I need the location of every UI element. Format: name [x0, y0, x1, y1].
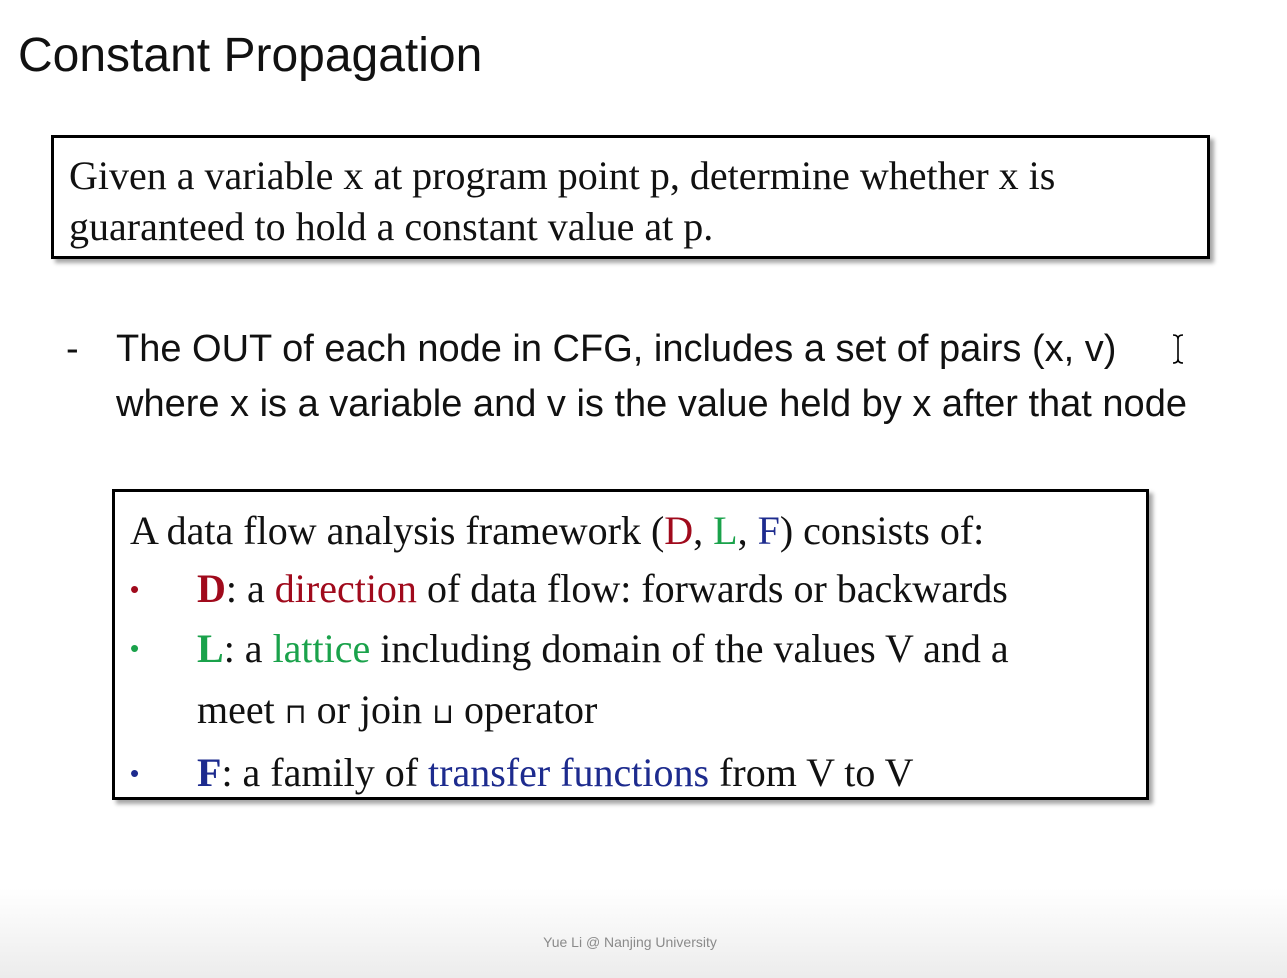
footer-credit: Yue Li @ Nanjing University	[543, 934, 717, 950]
item-pre-l: : a	[223, 626, 273, 671]
framework-intro: A data flow analysis framework (D, L, F)…	[130, 502, 1146, 560]
bullet-dash: -	[66, 328, 79, 370]
item-pre-d: : a	[225, 566, 275, 611]
item-rest-l: including domain of the values V and a	[370, 626, 1009, 671]
item-key-f: F	[197, 750, 222, 795]
item-key-d: D	[197, 566, 226, 611]
item-key-l: L	[197, 626, 224, 671]
item-highlight-transfer: transfer functions	[428, 750, 710, 795]
direction-row: D: a direction of data flow: forwards or…	[197, 560, 1146, 618]
join-text: or join	[306, 687, 433, 732]
bullet-line-2: where x is a variable and v is the value…	[116, 383, 1187, 425]
bullet-line-1: The OUT of each node in CFG, includes a …	[116, 328, 1117, 370]
intro-f: F	[757, 508, 780, 553]
item-pre-f: : a family of	[221, 750, 429, 795]
framework-item-transfer: • F: a family of transfer functions from…	[130, 744, 1146, 802]
framework-item-lattice: • L: a lattice including domain of the v…	[130, 618, 1146, 744]
intro-d: D	[664, 508, 694, 553]
meet-symbol: ⊓	[284, 697, 307, 730]
slide-title: Constant Propagation	[18, 29, 483, 82]
meet-text: meet	[197, 687, 285, 732]
intro-sep-2: ,	[737, 508, 758, 553]
item-highlight-direction: direction	[274, 566, 417, 611]
item-rest-d: of data flow: forwards or backwards	[416, 566, 1008, 611]
definition-line-2: guaranteed to hold a constant value at p…	[69, 204, 714, 249]
intro-suffix: ) consists of:	[779, 508, 985, 553]
bullet-dot-green: •	[130, 633, 140, 663]
bullet-text: The OUT of each node in CFG, includes a …	[116, 322, 1281, 432]
definition-line-1: Given a variable x at program point p, d…	[69, 153, 1056, 198]
framework-item-direction: • D: a direction of data flow: forwards …	[130, 560, 1146, 618]
operator-text: operator	[454, 687, 598, 732]
lattice-row-2: meet ⊓ or join ⊔ operator	[197, 679, 1146, 744]
text-cursor-icon	[1172, 334, 1184, 364]
item-highlight-lattice: lattice	[272, 626, 371, 671]
lattice-row-1: L: a lattice including domain of the val…	[197, 618, 1146, 679]
intro-l: L	[713, 508, 738, 553]
intro-prefix: A data flow analysis framework (	[130, 508, 665, 553]
bullet-dot-blue: •	[130, 758, 140, 788]
intro-sep-1: ,	[693, 508, 714, 553]
bullet-dot-red: •	[130, 574, 140, 604]
transfer-row: F: a family of transfer functions from V…	[197, 744, 1146, 802]
join-symbol: ⊔	[432, 697, 454, 730]
definition-box: Given a variable x at program point p, d…	[51, 135, 1210, 259]
item-rest-f: from V to V	[709, 750, 914, 795]
footer-band	[0, 888, 1287, 978]
framework-box: A data flow analysis framework (D, L, F)…	[112, 489, 1149, 800]
